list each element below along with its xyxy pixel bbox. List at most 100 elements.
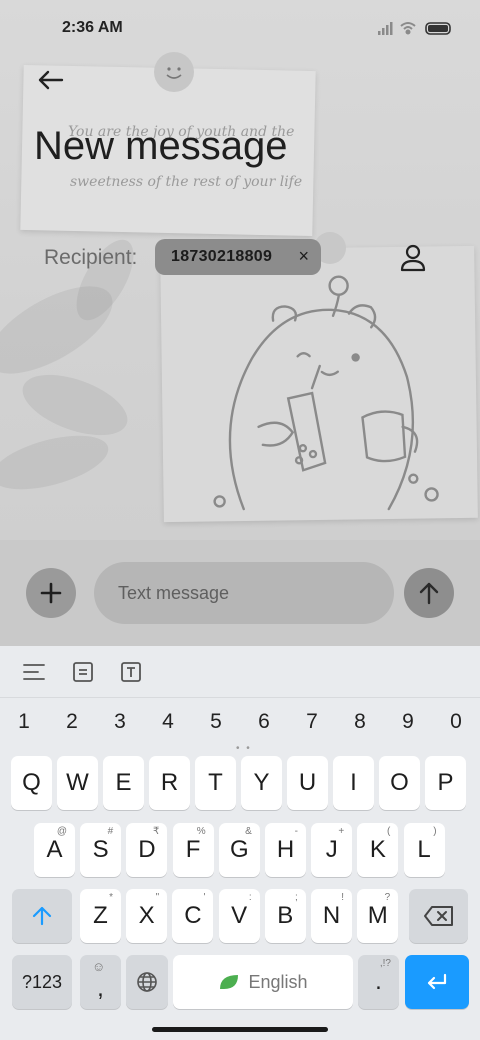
key[interactable]: % F	[172, 823, 214, 877]
keyboard-toolbar	[0, 646, 480, 698]
key-label: L	[417, 836, 431, 863]
menu-lines-icon[interactable]	[22, 660, 46, 684]
key[interactable]: & G	[218, 823, 260, 877]
enter-key[interactable]	[405, 955, 469, 1009]
comma-emoji-key[interactable]: ☺,	[80, 955, 121, 1009]
key-label: A	[46, 836, 63, 863]
attach-button[interactable]	[26, 568, 76, 618]
key-label: R	[160, 769, 179, 796]
key-label: J	[325, 836, 338, 863]
key[interactable]: ₹ D	[126, 823, 168, 877]
key-label: M	[367, 902, 388, 929]
period-key[interactable]: ,!?.	[358, 955, 399, 1009]
arrow-left-icon	[38, 70, 64, 90]
key[interactable]: Y	[241, 756, 282, 810]
number-key[interactable]: 5	[201, 710, 231, 734]
key-label: G	[229, 836, 249, 863]
number-key[interactable]: 4	[153, 710, 183, 734]
shift-key[interactable]	[12, 889, 72, 943]
key[interactable]: E	[103, 756, 144, 810]
key-secondary-label: *	[109, 892, 113, 903]
message-input[interactable]	[118, 582, 378, 604]
recipient-chip[interactable]: 18730218809 ×	[155, 239, 321, 275]
key[interactable]: I	[333, 756, 374, 810]
key[interactable]: @ A	[34, 823, 75, 877]
home-indicator[interactable]	[152, 1027, 328, 1032]
key[interactable]: T	[195, 756, 236, 810]
key[interactable]: (K	[357, 823, 399, 877]
bear-paper	[160, 245, 478, 523]
key-label: W	[66, 769, 89, 796]
send-button[interactable]	[404, 568, 454, 618]
arrow-up-icon	[419, 582, 439, 605]
key[interactable]: * Z	[80, 889, 121, 943]
backspace-key[interactable]	[409, 889, 468, 943]
key[interactable]: U	[287, 756, 328, 810]
enter-icon	[427, 973, 447, 990]
key-label: D	[138, 836, 156, 863]
key-secondary-label: )	[433, 826, 437, 837]
key-label: B	[277, 902, 294, 929]
key-secondary-label: @	[56, 826, 67, 837]
space-key[interactable]: English	[173, 955, 353, 1009]
key[interactable]: O	[379, 756, 420, 810]
number-row: 1234567890	[0, 710, 480, 740]
key-secondary-label: -	[294, 826, 298, 837]
key[interactable]: ; B	[264, 889, 306, 943]
key[interactable]: R	[149, 756, 190, 810]
key[interactable]: -H	[265, 823, 306, 877]
backspace-icon	[423, 906, 453, 926]
key-label: I	[350, 769, 357, 796]
wifi-icon	[400, 22, 416, 35]
number-key[interactable]: 2	[57, 710, 87, 734]
status-time: 2:36 AM	[62, 19, 123, 36]
number-key[interactable]: 9	[393, 710, 423, 734]
space-label: English	[218, 972, 308, 993]
globe-icon	[137, 972, 157, 992]
wallpaper-quote-line2: sweetness of the rest of your life	[70, 174, 303, 190]
number-key[interactable]: 0	[441, 710, 471, 734]
key-label: F	[185, 836, 201, 863]
language-key[interactable]	[126, 955, 168, 1009]
key[interactable]: W	[57, 756, 98, 810]
key-secondary-label: (	[387, 826, 391, 837]
key[interactable]: ' C	[172, 889, 214, 943]
key[interactable]: P	[425, 756, 466, 810]
message-field[interactable]	[94, 562, 394, 624]
key[interactable]: :V	[218, 889, 260, 943]
number-key[interactable]: 7	[297, 710, 327, 734]
key-label: C	[184, 902, 202, 929]
clipboard-icon[interactable]	[71, 660, 95, 684]
number-key[interactable]: 6	[249, 710, 279, 734]
status-icons	[376, 18, 456, 38]
key-label: T	[208, 769, 223, 796]
key[interactable]: " X	[126, 889, 168, 943]
key-label: ,	[97, 975, 104, 1002]
text-edit-icon[interactable]	[119, 660, 143, 684]
contact-picker-button[interactable]	[396, 240, 430, 276]
key[interactable]: ! N	[311, 889, 352, 943]
leaf-icon	[220, 975, 239, 989]
symbols-key[interactable]: ?123	[12, 955, 72, 1009]
key-label: Q	[22, 769, 41, 796]
signal-icon	[378, 22, 393, 35]
key[interactable]: + J	[311, 823, 353, 877]
recipient-label: Recipient:	[44, 246, 138, 269]
key[interactable]: ? M	[357, 889, 399, 943]
key[interactable]: Q	[11, 756, 52, 810]
key[interactable]: ) L	[403, 823, 445, 877]
back-button[interactable]	[30, 62, 70, 98]
number-key[interactable]: 3	[105, 710, 135, 734]
number-key[interactable]: 1	[9, 710, 39, 734]
key-label: H	[276, 836, 295, 863]
key[interactable]: # S	[80, 823, 122, 877]
key-label: K	[369, 836, 386, 863]
key-label: Z	[93, 902, 108, 929]
key-secondary-label: '	[203, 892, 206, 903]
person-icon	[400, 244, 426, 272]
page-title: New message	[34, 124, 288, 168]
key-secondary-label: :	[248, 892, 252, 903]
remove-recipient-icon[interactable]: ×	[298, 246, 309, 267]
number-key[interactable]: 8	[345, 710, 375, 734]
key-secondary-label: &	[245, 826, 252, 837]
